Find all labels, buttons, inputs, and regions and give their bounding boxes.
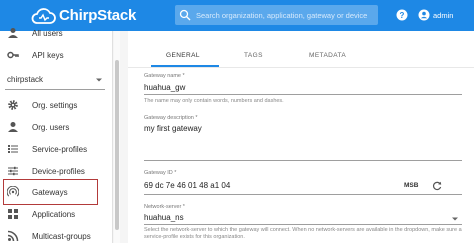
- key-icon: [7, 51, 19, 59]
- sidebar-item-all-users[interactable]: All users: [0, 22, 113, 44]
- gateway-id-label: Gateway ID *: [144, 170, 177, 176]
- gateway-name-field[interactable]: huahua_gw: [144, 83, 185, 92]
- network-server-label: Network-server *: [144, 204, 185, 210]
- organization-select[interactable]: chirpstack: [5, 70, 105, 90]
- search-input[interactable]: [196, 10, 376, 20]
- svg-text:?: ?: [400, 11, 405, 20]
- gateway-description-label: Gateway description *: [144, 115, 198, 121]
- account-icon[interactable]: [418, 9, 430, 21]
- tab-tags[interactable]: TAGS: [244, 52, 263, 59]
- help-icon[interactable]: ?: [396, 9, 408, 21]
- chevron-down-icon[interactable]: [451, 215, 459, 223]
- tab-general[interactable]: GENERAL: [166, 52, 200, 59]
- sidebar-item-label: Org. settings: [32, 100, 78, 110]
- sidebar-item-label: Device-profiles: [32, 166, 85, 176]
- sidebar-item-multicast-groups[interactable]: Multicast-groups: [0, 225, 113, 243]
- sidebar-scrollbar-thumb[interactable]: [115, 60, 119, 230]
- rss-icon: [7, 230, 19, 242]
- gateway-name-help: The name may only contain words, numbers…: [144, 98, 284, 104]
- gateways-highlight-box: [3, 179, 98, 205]
- gateway-description-underline: [144, 160, 462, 161]
- settings-icon: [8, 100, 18, 110]
- apps-icon: [8, 209, 18, 219]
- network-server-select[interactable]: huahua_ns: [144, 213, 184, 222]
- sidebar-item-label: Applications: [32, 209, 76, 219]
- list-icon: [8, 145, 18, 153]
- organization-select-value: chirpstack: [7, 75, 44, 84]
- sidebar-item-api-keys[interactable]: API keys: [0, 44, 113, 66]
- user-icon: [8, 122, 18, 132]
- tab-bar: GENERAL TAGS METADATA: [128, 44, 474, 66]
- sidebar-item-label: Org. users: [32, 122, 70, 132]
- gateway-name-label: Gateway name *: [144, 73, 185, 79]
- network-server-underline: [144, 224, 462, 225]
- tab-metadata[interactable]: METADATA: [309, 52, 346, 59]
- sidebar-item-applications[interactable]: Applications: [0, 203, 113, 225]
- sidebar-item-label: API keys: [32, 50, 64, 60]
- sidebar-item-label: Service-profiles: [32, 144, 88, 154]
- sidebar-item-label: All users: [32, 28, 63, 38]
- byte-order-toggle[interactable]: MSB: [404, 182, 418, 189]
- network-server-help: Select the network-server to which the g…: [144, 227, 462, 240]
- gateway-form-panel: GENERAL TAGS METADATA Gateway name * hua…: [128, 31, 474, 243]
- sidebar-item-org-users[interactable]: Org. users: [0, 116, 113, 138]
- gateway-id-underline: [144, 194, 462, 195]
- sidebar-item-service-profiles[interactable]: Service-profiles: [0, 138, 113, 160]
- gateway-name-underline: [144, 94, 462, 95]
- sliders-icon: [8, 166, 18, 176]
- sidebar-item-label: Multicast-groups: [32, 231, 91, 241]
- refresh-icon[interactable]: [432, 181, 442, 191]
- tab-divider: [128, 67, 474, 68]
- gateway-id-field[interactable]: 69 dc 7e 46 01 48 a1 04: [144, 181, 230, 190]
- sidebar-item-org-settings[interactable]: Org. settings: [0, 94, 113, 116]
- user-name[interactable]: admin: [433, 11, 453, 20]
- chevron-down-icon: [96, 78, 102, 82]
- gateway-description-field[interactable]: my first gateway: [144, 124, 202, 133]
- user-icon: [8, 28, 18, 38]
- search-icon: [179, 9, 191, 21]
- search-bar[interactable]: [175, 5, 378, 25]
